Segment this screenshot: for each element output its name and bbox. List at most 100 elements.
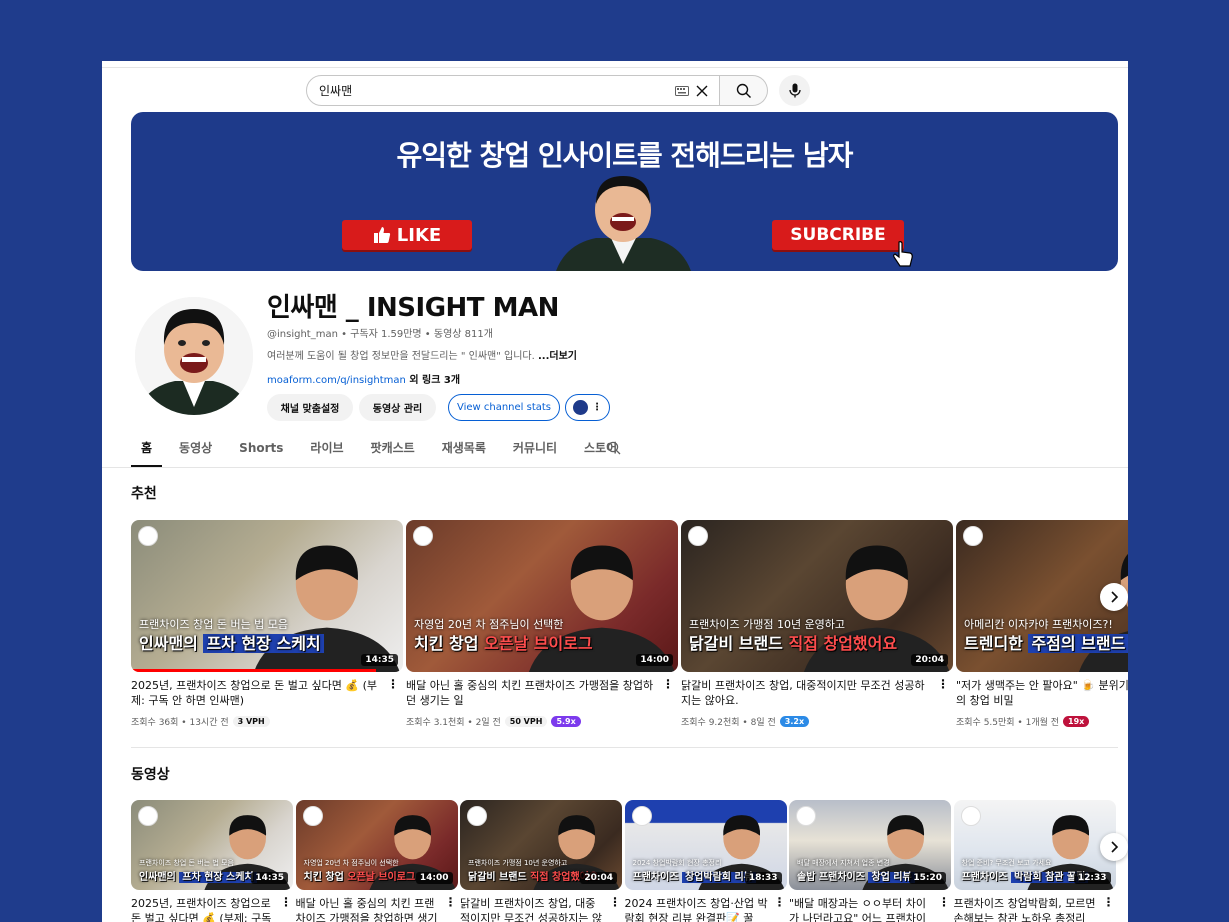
tabs-divider [102,467,1128,468]
section-divider [131,747,1118,748]
tab-shorts[interactable]: Shorts [229,433,293,467]
tab-live[interactable]: 라이브 [300,433,353,467]
chevron-right-icon [1111,591,1119,603]
thumbnail-caption-main: 트렌디한 주점의 브랜드 [964,630,1128,654]
caption-part-a: 치킨 창업 [303,872,348,883]
video-menu-icon[interactable]: ⋮ [1103,895,1115,909]
video-menu-icon[interactable]: ⋮ [937,677,949,691]
outlier-badge: 3.2x [779,716,810,727]
video-thumbnail[interactable]: 자영업 20년 차 점주님이 선택한 치킨 창업 오픈날 브이로그 14:00 [295,800,458,890]
channel-name: 인싸맨 _ INSIGHT MAN [267,293,559,323]
tab-playlists[interactable]: 재생목록 [432,433,496,467]
channel-description[interactable]: 여러분께 도움이 될 창업 정보만을 전달드리는 " 인싸맨" 입니다. ...… [267,347,577,362]
video-title[interactable]: 2024 프랜차이즈 창업·산업 박람회 현장 리뷰 완결판📝 꿀 [625,896,770,922]
thumbnail-caption-main: 닭갈비 브랜드 직접 창업했어요 [689,630,897,654]
recommended-next-button[interactable] [1100,583,1128,611]
youtube-channel-page: 인싸맨 유익한 창업 인사이트를 전해드리는 남자 LIKE SUBCRIBE [102,61,1128,922]
search-input[interactable]: 인싸맨 [319,82,719,99]
thumbnail-caption-top: 2024 창업박람회 현장 총정리 [632,859,722,867]
channel-mini-avatar [413,526,433,546]
video-title[interactable]: 2025년, 프랜차이즈 창업으로 돈 벌고 싶다면 💰 (부제: 구독 안 하… [131,678,383,708]
video-title[interactable]: "배달 매장과는 ㅇㅇ부터 차이가 나던라고요" 어느 프랜차이즈 [789,896,934,922]
channel-mini-avatar [138,806,158,826]
keyboard-icon[interactable] [675,86,689,96]
chevron-right-icon [1111,841,1119,853]
video-thumbnail[interactable]: 배달 매장에서 지쳐서 업종 변경 솥밥 프랜차이즈 창업 리뷰 15:20 [789,800,951,890]
more-link[interactable]: ...더보기 [538,351,577,362]
video-thumbnail[interactable]: 프랜차이즈 가맹점 10년 운영하고 닭갈비 브랜드 직접 창업했어요 20:0… [460,800,622,890]
caption-part-a: 인싸맨의 [139,634,204,653]
video-duration: 12:33 [1073,872,1111,884]
view-channel-stats-button[interactable]: View channel stats [448,394,560,421]
video-thumbnail[interactable]: 프랜차이즈 창업 돈 버는 법 모음 인싸맨의 프차 현장 스케치 14:35 [131,800,293,890]
caption-part-a: 치킨 창업 [414,634,485,653]
channel-search-icon[interactable] [607,441,621,455]
tab-videos[interactable]: 동영상 [169,433,222,467]
video-title[interactable]: 닭갈비 프랜차이즈 창업, 대중적이지만 무조건 성공하지는 않아요. [681,678,933,708]
channel-avatar[interactable] [135,297,253,415]
banner-title: 유익한 창업 인사이트를 전해드리는 남자 [396,139,854,172]
banner-person-image [556,176,691,271]
customize-channel-button[interactable]: 채널 맞춤설정 [267,394,353,421]
thumbnail-caption-main: 치킨 창업 오픈날 브이로그 [414,630,593,654]
channel-link[interactable]: moaform.com/q/insightman [267,375,406,386]
view-count: 조회수 5.5만회 • 1개월 전 [956,718,1060,728]
video-meta: 조회수 9.2천회 • 8일 전 3.2x [681,715,810,728]
outlier-badge: 19x [1063,716,1090,727]
more-vert-icon: ⋮ [592,402,602,413]
channel-mini-avatar [467,806,487,826]
extension-menu-button[interactable]: ⋮ [565,394,610,421]
video-thumbnail[interactable]: 프랜차이즈 창업 돈 버는 법 모음 인싸맨의 프차 현장 스케치 14:35 [131,520,403,672]
close-icon[interactable] [694,83,710,99]
caption-part-b: 프차 현장 스케치 [179,872,257,883]
thumbnail-caption-main: 인싸맨의 프차 현장 스케치 [139,868,257,883]
manage-videos-button[interactable]: 동영상 관리 [359,394,436,421]
video-title[interactable]: 2025년, 프랜차이즈 창업으로 돈 벌고 싶다면 💰 (부제: 구독 [131,896,276,922]
view-count: 조회수 9.2천회 • 8일 전 [681,718,776,728]
video-title[interactable]: 배달 아닌 홀 중심의 치킨 프랜차이즈 가맹점을 창업하던 생기는 일 [406,678,658,708]
tab-community[interactable]: 커뮤니티 [503,433,567,467]
video-thumbnail[interactable]: 프랜차이즈 가맹점 10년 운영하고 닭갈비 브랜드 직접 창업했어요 20:0… [681,520,953,672]
video-menu-icon[interactable]: ⋮ [774,895,786,909]
video-menu-icon[interactable]: ⋮ [387,677,399,691]
view-count: 조회수 36회 • 13시간 전 [131,718,229,728]
videos-next-button[interactable] [1100,833,1128,861]
video-title[interactable]: 프랜차이즈 창업박람회, 모르면 손해보는 참관 노하우 총정리 [954,896,1099,922]
thumbnail-caption-main: 인싸맨의 프차 현장 스케치 [139,630,324,654]
view-count: 조회수 3.1천회 • 2일 전 [406,718,501,728]
video-meta: 조회수 3.1천회 • 2일 전 50 VPH 5.9x [406,715,581,728]
search-button[interactable] [720,75,768,106]
search-box[interactable]: 인싸맨 [306,75,720,106]
tab-podcasts[interactable]: 팟캐스트 [361,433,425,467]
video-menu-icon[interactable]: ⋮ [445,895,457,909]
thumbnail-caption-top: 프랜차이즈 가맹점 10년 운영하고 [468,859,568,867]
video-menu-icon[interactable]: ⋮ [609,895,621,909]
thumbnail-caption-top: 프랜차이즈 창업 돈 버는 법 모음 [139,859,234,867]
video-thumbnail[interactable]: 자영업 20년 차 점주님이 선택한 치킨 창업 오픈날 브이로그 14:00 [406,520,678,672]
thumbs-up-icon [373,227,390,243]
thumbnail-caption-top: 창업 준비? 무조건 보고 가세요 [961,859,1052,867]
channel-meta: @insight_man • 구독자 1.59만명 • 동영상 811개 [267,329,493,340]
video-title[interactable]: 배달 아닌 홀 중심의 치킨 프랜차이즈 가맹점을 창업하면 생기 [296,896,441,922]
video-title[interactable]: 닭갈비 프랜차이즈 창업, 대중적이지만 무조건 성공하지는 않 [460,896,605,922]
video-duration: 18:33 [744,872,782,884]
caption-part-a: 트렌디한 [964,634,1029,653]
vph-badge: 3 VPH [232,716,270,727]
video-menu-icon[interactable]: ⋮ [662,677,674,691]
tab-home[interactable]: 홈 [131,433,163,467]
video-menu-icon[interactable]: ⋮ [280,895,292,909]
channel-links[interactable]: moaform.com/q/insightman 외 링크 3개 [267,371,460,386]
channel-mini-avatar [688,526,708,546]
video-thumbnail[interactable]: 2024 창업박람회 현장 총정리 프랜차이즈 창업박람회 리뷰 18:33 [624,800,787,890]
video-thumbnail[interactable]: 창업 준비? 무조건 보고 가세요 프랜차이즈 박람회 참관 꿀팁 12:33 [953,800,1116,890]
section-title-videos: 동영상 [131,767,170,783]
thumbnail-caption-main: 프랜차이즈 창업박람회 리뷰 [633,868,756,883]
video-title[interactable]: "저가 생맥주는 안 팔아요" 🍺 분위기 프랜차이즈 주점의 창업 비밀 [956,678,1128,708]
search-icon [736,83,751,98]
voice-search-button[interactable] [779,75,810,106]
banner-like-graphic: LIKE [342,220,472,250]
caption-part-a: 닭갈비 브랜드 [689,634,789,653]
channel-mini-avatar [302,806,323,826]
video-menu-icon[interactable]: ⋮ [938,895,950,909]
channel-links-extra[interactable]: 외 링크 3개 [406,375,460,386]
